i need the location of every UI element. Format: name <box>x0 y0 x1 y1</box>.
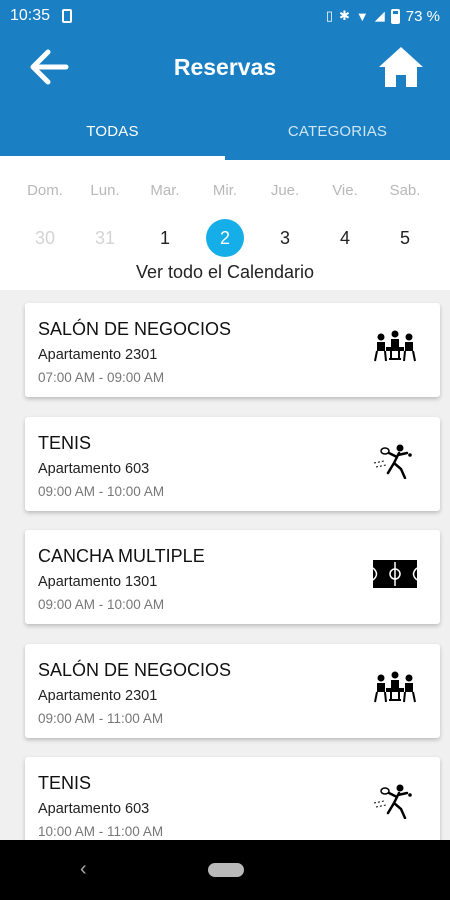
reservation-list: SALÓN DE NEGOCIOS Apartamento 2301 07:00… <box>0 290 450 840</box>
meeting-icon <box>374 671 416 703</box>
sim-card-icon <box>62 9 73 23</box>
calendar-day[interactable]: 3 <box>255 220 315 256</box>
reservation-time: 10:00 AM - 11:00 AM <box>38 824 164 839</box>
weekday-label: Mar. <box>150 182 180 199</box>
weekday-label: Jue. <box>270 182 300 199</box>
reservation-title: TENIS <box>38 773 92 793</box>
reservation-unit: Apartamento 2301 <box>38 688 158 704</box>
week-calendar: Dom. Lun. Mar. Mir. Jue. Vie. Sab. 30 31… <box>0 160 450 290</box>
day-numbers: 30 31 1 2 3 4 5 <box>15 219 435 262</box>
signal-icon: ◢ <box>374 8 385 23</box>
home-button[interactable] <box>376 44 426 90</box>
weekday-label: Sab. <box>389 182 421 199</box>
reservation-card[interactable]: SALÓN DE NEGOCIOS Apartamento 2301 09:00… <box>25 644 440 738</box>
reservation-title: SALÓN DE NEGOCIOS <box>38 660 232 680</box>
home-icon <box>379 47 423 87</box>
calendar-day[interactable]: 1 <box>135 220 195 256</box>
reservation-unit: Apartamento 603 <box>38 461 150 477</box>
reservation-unit: Apartamento 603 <box>38 801 150 817</box>
vibrate-icon: ▯ <box>325 8 334 23</box>
status-indicators: ▯ ✱ ▼ ◢ 73 % <box>326 8 440 25</box>
system-back-icon[interactable]: ‹ <box>80 858 87 881</box>
calendar-day[interactable]: 4 <box>315 220 375 256</box>
reservation-time: 09:00 AM - 10:00 AM <box>38 484 165 499</box>
app-bar: Reservas <box>0 32 450 102</box>
tab-categorias[interactable]: CATEGORIAS <box>225 102 450 160</box>
reservation-unit: Apartamento 2301 <box>38 347 158 363</box>
reservation-title: CANCHA MULTIPLE <box>38 546 205 566</box>
battery-percent: 73 % <box>405 7 440 25</box>
calendar-day-selected[interactable]: 2 <box>195 219 255 262</box>
reservation-card[interactable]: TENIS Apartamento 603 09:00 AM - 10:00 A… <box>25 417 440 511</box>
status-bar: 10:35 ▯ ✱ ▼ ◢ 73 % <box>0 0 450 32</box>
bluetooth-icon: ✱ <box>339 8 350 23</box>
calendar-day[interactable]: 5 <box>375 220 435 256</box>
wifi-icon: ▼ <box>355 8 369 24</box>
selected-day-number: 2 <box>219 228 230 248</box>
status-time: 10:35 <box>10 7 51 24</box>
weekday-label: Vie. <box>332 182 358 199</box>
calendar-day[interactable]: 31 <box>75 220 135 256</box>
weekday-label: Dom. <box>27 182 63 199</box>
reservation-unit: Apartamento 1301 <box>38 574 158 590</box>
reservation-title: TENIS <box>38 433 92 453</box>
reservation-time: 09:00 AM - 10:00 AM <box>38 597 165 612</box>
reservation-card[interactable]: TENIS Apartamento 603 10:00 AM - 11:00 A… <box>25 757 440 840</box>
weekday-label: Lun. <box>90 182 120 199</box>
reservation-title: SALÓN DE NEGOCIOS <box>38 319 232 339</box>
reservation-time: 09:00 AM - 11:00 AM <box>38 711 164 726</box>
reservation-card[interactable]: SALÓN DE NEGOCIOS Apartamento 2301 07:00… <box>25 303 440 397</box>
meeting-icon <box>374 330 416 362</box>
tennis-icon <box>373 444 412 479</box>
weekday-names: Dom. Lun. Mar. Mir. Jue. Vie. Sab. <box>15 182 435 199</box>
reservation-card[interactable]: CANCHA MULTIPLE Apartamento 1301 09:00 A… <box>25 530 440 624</box>
system-nav-bar: ‹ <box>0 840 450 900</box>
calendar-day[interactable]: 30 <box>15 220 75 256</box>
weekday-label: Mir. <box>212 182 238 199</box>
reservation-time: 07:00 AM - 09:00 AM <box>38 370 165 385</box>
system-home-pill[interactable] <box>208 863 244 877</box>
selected-day-bubble: 2 <box>206 219 244 262</box>
battery-icon <box>390 8 400 24</box>
tab-todas[interactable]: TODAS <box>0 102 225 160</box>
tennis-icon <box>373 784 412 819</box>
view-full-calendar-link[interactable]: Ver todo el Calendario <box>0 262 450 283</box>
court-icon <box>372 560 418 588</box>
tab-bar: TODAS CATEGORIAS <box>0 102 450 160</box>
